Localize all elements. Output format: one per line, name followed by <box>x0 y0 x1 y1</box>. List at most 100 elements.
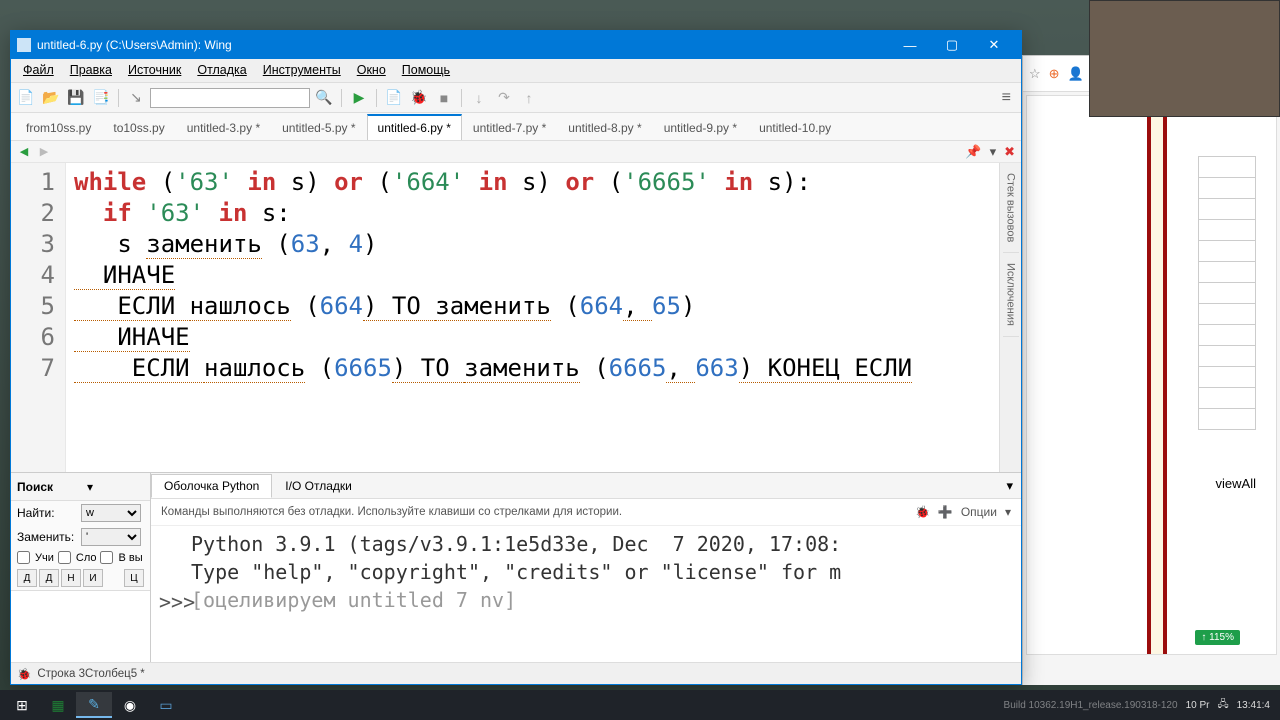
search-panel: Поиск ▾ Найти: w Заменить: ' Учи Сло В в… <box>11 473 151 662</box>
search-btn-1[interactable]: Д <box>39 569 59 587</box>
maximize-button[interactable]: ▢ <box>931 31 973 59</box>
tab-untitled6[interactable]: untitled-6.py * <box>367 114 462 140</box>
editor-area: 123 456 7 while ('63' in s) or ('664' in… <box>11 163 1021 472</box>
toolbar: 📄 📂 💾 📑 ↘ 🔍 ▶ 📄 🐞 ■ ↓ ↷ ↑ ≡ <box>11 83 1021 113</box>
debug-file-icon[interactable]: 📄 <box>383 87 405 109</box>
tab-from10ss[interactable]: from10ss.py <box>15 115 102 140</box>
bottom-panel: Поиск ▾ Найти: w Заменить: ' Учи Сло В в… <box>11 472 1021 662</box>
file-tabs: from10ss.py to10ss.py untitled-3.py * un… <box>11 113 1021 141</box>
menu-debug[interactable]: Отладка <box>189 61 254 80</box>
menubar: Файл Правка Источник Отладка Инструменты… <box>11 59 1021 83</box>
run-icon[interactable]: ▶ <box>348 87 370 109</box>
line-gutter: 123 456 7 <box>11 163 66 472</box>
ide-window: untitled-6.py (C:\Users\Admin): Wing — ▢… <box>10 30 1022 685</box>
task-video[interactable]: ▭ <box>148 692 184 718</box>
stop-icon[interactable]: ■ <box>433 87 455 109</box>
find-input[interactable]: w <box>81 504 141 522</box>
replace-label: Заменить: <box>17 530 77 544</box>
dropdown-icon[interactable]: ▾ <box>87 480 93 494</box>
step-over-icon[interactable]: ↷ <box>493 87 515 109</box>
view-all-link[interactable]: viewAll <box>1216 476 1256 491</box>
net-icon[interactable]: 🖧 <box>1217 697 1228 714</box>
shell-dropdown-icon[interactable]: ▾ <box>998 474 1021 498</box>
search-title: Поиск <box>17 480 83 494</box>
profile-icon[interactable]: 👤 <box>1068 66 1084 82</box>
shell-tab-python[interactable]: Оболочка Python <box>151 474 272 498</box>
tab-untitled7[interactable]: untitled-7.py * <box>462 115 557 140</box>
search-icon[interactable]: 🔍 <box>313 87 335 109</box>
bug-small-icon[interactable]: 🐞 <box>915 505 930 519</box>
shell-hint: Команды выполняются без отладки. Использ… <box>161 506 622 518</box>
replace-input[interactable]: ' <box>81 528 141 546</box>
exceptions-tab[interactable]: Исключения <box>1003 253 1019 337</box>
menu-file[interactable]: Файл <box>15 61 62 80</box>
taskbar: ⊞ ▦ ✎ ◉ ▭ Build 10362.19H1_release.19031… <box>0 690 1280 720</box>
browser-content: viewAll <box>1026 95 1277 655</box>
step-into-icon[interactable]: ↓ <box>468 87 490 109</box>
step-out-icon[interactable]: ↑ <box>518 87 540 109</box>
shell-tab-io[interactable]: I/O Отладки <box>272 474 365 498</box>
status-bug-icon[interactable]: 🐞 <box>17 667 31 681</box>
close-editor-icon[interactable]: ✖ <box>1004 144 1015 160</box>
task-excel[interactable]: ▦ <box>40 692 76 718</box>
tab-untitled9[interactable]: untitled-9.py * <box>653 115 748 140</box>
titlebar[interactable]: untitled-6.py (C:\Users\Admin): Wing — ▢… <box>11 31 1021 59</box>
plus-icon[interactable]: ➕ <box>938 505 953 519</box>
task-chrome[interactable]: ◉ <box>112 692 148 718</box>
webcam-overlay <box>1089 0 1280 117</box>
menu-edit[interactable]: Правка <box>62 61 120 80</box>
minimize-button[interactable]: — <box>889 31 931 59</box>
menu-help[interactable]: Помощь <box>394 61 458 80</box>
shell-output[interactable]: >>>Python 3.9.1 (tags/v3.9.1:1e5d33e, De… <box>151 526 1021 662</box>
cb-word[interactable] <box>58 551 71 564</box>
side-panels: Стек вызовов Исключения <box>999 163 1021 472</box>
extension-icon[interactable]: ⊕ <box>1049 66 1060 82</box>
chevron-down-icon[interactable]: ▾ <box>990 144 997 160</box>
close-button[interactable]: ✕ <box>973 31 1015 59</box>
task-wing[interactable]: ✎ <box>76 692 112 718</box>
app-icon <box>17 38 31 52</box>
goto-input[interactable] <box>150 88 310 108</box>
start-button[interactable]: ⊞ <box>4 692 40 718</box>
search-btn-0[interactable]: Д <box>17 569 37 587</box>
cursor-position: Строка 3Столбец5 * <box>37 668 144 680</box>
menu-source[interactable]: Источник <box>120 61 189 80</box>
options-dropdown-icon[interactable]: ▾ <box>1005 505 1011 519</box>
save-icon[interactable]: 💾 <box>65 87 87 109</box>
zoom-badge[interactable]: ↑ 115% <box>1195 630 1240 645</box>
build-info: Build 10362.19H1_release.190318-120 <box>1004 700 1178 711</box>
bug-icon[interactable]: 🐞 <box>408 87 430 109</box>
hamburger-icon[interactable]: ≡ <box>996 89 1017 107</box>
window-title: untitled-6.py (C:\Users\Admin): Wing <box>37 38 889 52</box>
goto-icon[interactable]: ↘ <box>125 87 147 109</box>
search-btn-4[interactable]: Ц <box>124 569 144 587</box>
save-all-icon[interactable]: 📑 <box>90 87 112 109</box>
find-label: Найти: <box>17 506 77 520</box>
open-file-icon[interactable]: 📂 <box>40 87 62 109</box>
new-file-icon[interactable]: 📄 <box>15 87 37 109</box>
options-label[interactable]: Опции <box>961 505 997 519</box>
nav-back-icon[interactable]: ◀ <box>17 145 31 159</box>
tab-to10ss[interactable]: to10ss.py <box>102 115 175 140</box>
search-btn-2[interactable]: Н <box>61 569 81 587</box>
spreadsheet-cells <box>1198 156 1256 429</box>
editor-nav: ◀ ▶ 📌 ▾ ✖ <box>11 141 1021 163</box>
tab-untitled8[interactable]: untitled-8.py * <box>557 115 652 140</box>
pin-icon[interactable]: 📌 <box>965 144 981 160</box>
star-icon[interactable]: ☆ <box>1029 66 1041 82</box>
tab-untitled3[interactable]: untitled-3.py * <box>176 115 271 140</box>
menu-window[interactable]: Окно <box>349 61 394 80</box>
nav-fwd-icon[interactable]: ▶ <box>37 145 51 159</box>
menu-tools[interactable]: Инструменты <box>255 61 349 80</box>
tab-untitled5[interactable]: untitled-5.py * <box>271 115 366 140</box>
win-ver: 10 Pr <box>1186 700 1210 711</box>
statusbar: 🐞 Строка 3Столбец5 * <box>11 662 1021 684</box>
tab-untitled10[interactable]: untitled-10.py <box>748 115 842 140</box>
callstack-tab[interactable]: Стек вызовов <box>1003 163 1019 253</box>
shell-panel: Оболочка Python I/O Отладки ▾ Команды вы… <box>151 473 1021 662</box>
code-editor[interactable]: while ('63' in s) or ('664' in s) or ('6… <box>66 163 1021 472</box>
clock[interactable]: 13:41:4 <box>1237 700 1270 711</box>
cb-sel[interactable] <box>100 551 113 564</box>
search-btn-3[interactable]: И <box>83 569 103 587</box>
cb-case[interactable] <box>17 551 30 564</box>
